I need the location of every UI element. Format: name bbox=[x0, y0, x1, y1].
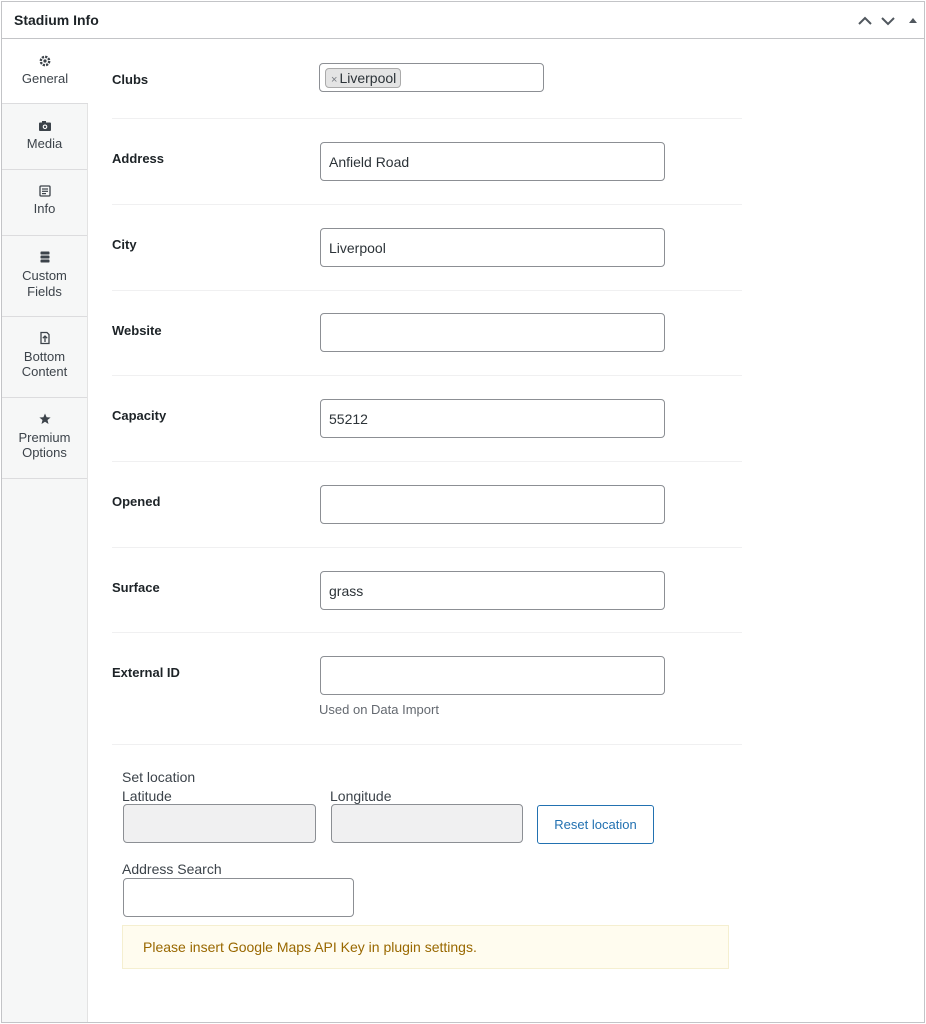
chevron-up-icon bbox=[858, 16, 872, 25]
tab-general-label: General bbox=[21, 71, 69, 86]
field-row-opened: Opened bbox=[112, 462, 742, 548]
tab-navigation: General Media Info Custom Fields Bottom … bbox=[2, 39, 88, 1022]
field-row-website: Website bbox=[112, 291, 742, 376]
external-id-input[interactable] bbox=[320, 656, 665, 695]
set-location-title: Set location bbox=[122, 769, 196, 785]
selected-club-label: Liverpool bbox=[339, 70, 397, 86]
city-label: City bbox=[112, 237, 137, 252]
clubs-label: Clubs bbox=[112, 72, 149, 87]
longitude-label: Longitude bbox=[330, 788, 392, 804]
external-id-label: External ID bbox=[112, 665, 180, 680]
address-label: Address bbox=[112, 151, 165, 166]
remove-club-icon[interactable]: × bbox=[331, 74, 337, 86]
metabox-title: Stadium Info bbox=[14, 12, 99, 28]
stadium-info-metabox: Stadium Info General Media Info Custom F… bbox=[1, 1, 925, 1023]
longitude-input[interactable] bbox=[331, 804, 523, 843]
move-up-button[interactable] bbox=[855, 11, 875, 31]
surface-label: Surface bbox=[112, 580, 160, 595]
address-search-input[interactable] bbox=[123, 878, 354, 917]
database-icon bbox=[40, 251, 49, 263]
camera-icon bbox=[38, 121, 51, 131]
city-input[interactable] bbox=[320, 228, 665, 267]
field-row-external-id: External ID Used on Data Import bbox=[112, 633, 742, 745]
star-icon bbox=[38, 413, 51, 424]
selected-club-chip: × Liverpool bbox=[325, 68, 402, 88]
latitude-input[interactable] bbox=[123, 804, 316, 843]
tab-media[interactable]: Media bbox=[2, 104, 87, 170]
address-search-label: Address Search bbox=[122, 861, 222, 877]
field-row-clubs: Clubs × Liverpool bbox=[112, 39, 742, 119]
tab-info-label: Info bbox=[33, 201, 56, 216]
document-arrow-icon bbox=[39, 331, 50, 345]
reset-location-button[interactable]: Reset location bbox=[537, 805, 654, 844]
tab-media-label: Media bbox=[26, 136, 63, 151]
tab-custom-fields-label-1: Custom bbox=[22, 268, 67, 283]
triangle-up-icon bbox=[909, 18, 917, 23]
tab-bottom-content-label-1: Bottom bbox=[23, 349, 66, 364]
field-row-surface: Surface bbox=[112, 548, 742, 633]
field-row-city: City bbox=[112, 205, 742, 291]
toggle-panel-button[interactable] bbox=[903, 11, 923, 31]
field-row-address: Address bbox=[112, 119, 742, 205]
capacity-input[interactable] bbox=[320, 399, 665, 438]
latitude-label: Latitude bbox=[122, 788, 172, 804]
metabox-header: Stadium Info bbox=[2, 2, 924, 39]
tab-general[interactable]: General bbox=[2, 39, 88, 104]
tab-bottom-content-label-2: Content bbox=[21, 364, 68, 379]
tab-premium-options-label-1: Premium bbox=[18, 430, 71, 445]
api-key-notice-text: Please insert Google Maps API Key in plu… bbox=[143, 939, 477, 955]
address-input[interactable] bbox=[320, 142, 665, 181]
tab-content-general: Clubs ×Liverpool Address City Website Ca… bbox=[88, 39, 924, 1022]
capacity-label: Capacity bbox=[112, 408, 167, 423]
opened-input[interactable] bbox=[320, 485, 665, 524]
tab-custom-fields[interactable]: Custom Fields bbox=[2, 236, 87, 317]
move-down-button[interactable] bbox=[878, 11, 898, 31]
opened-label: Opened bbox=[112, 494, 161, 509]
website-input[interactable] bbox=[320, 313, 665, 352]
info-doc-icon bbox=[38, 185, 51, 197]
clubs-select[interactable]: × Liverpool bbox=[319, 63, 544, 92]
tab-bottom-content[interactable]: Bottom Content bbox=[2, 317, 87, 398]
field-row-capacity: Capacity bbox=[112, 376, 742, 462]
tab-custom-fields-label-2: Fields bbox=[27, 284, 62, 299]
external-id-description: Used on Data Import bbox=[319, 702, 439, 717]
tab-info[interactable]: Info bbox=[2, 170, 87, 236]
surface-input[interactable] bbox=[320, 571, 665, 610]
website-label: Website bbox=[112, 323, 162, 338]
tab-premium-options-label-2: Options bbox=[22, 445, 67, 460]
gear-icon bbox=[39, 55, 51, 67]
api-key-notice: Please insert Google Maps API Key in plu… bbox=[122, 925, 729, 969]
chevron-down-icon bbox=[881, 17, 895, 26]
tab-premium-options[interactable]: Premium Options bbox=[2, 398, 87, 479]
